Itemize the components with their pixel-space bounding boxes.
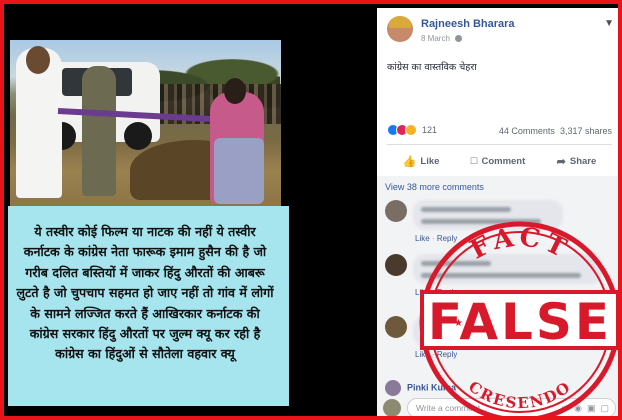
stamp-star-icon: ★ [578, 318, 587, 329]
screenshot-frame: ये तस्वीर कोई फिल्म या नाटक की नहीं ये त… [0, 0, 622, 420]
action-bar: 👍 Like □ Comment ➦ Share [387, 148, 612, 174]
woman-in-saree [210, 78, 264, 204]
fact-check-stamp: FACT FALSE CRESENDO ★ ★ [414, 216, 618, 416]
comment-icon: □ [470, 155, 478, 167]
like-icon: 👍 [402, 155, 417, 168]
commenter-avatar[interactable] [385, 200, 407, 222]
stamp-top-text: FACT [465, 222, 574, 265]
commenter-avatar[interactable] [385, 380, 401, 396]
view-more-comments-link[interactable]: View 38 more comments [385, 182, 484, 192]
comments-count[interactable]: 44 Comments [499, 126, 555, 136]
commenter-avatar[interactable] [385, 316, 407, 338]
reaction-count[interactable]: 121 [422, 125, 437, 135]
share-button[interactable]: ➦ Share [557, 155, 597, 168]
share-button-label: Share [569, 155, 597, 167]
man-in-khaki [82, 66, 116, 196]
post-date[interactable]: 8 March [421, 34, 463, 43]
like-button[interactable]: 👍 Like [403, 155, 440, 168]
commenter-avatar[interactable] [385, 254, 407, 276]
current-user-avatar [383, 399, 401, 416]
stamp-bottom-text: CRESENDO [465, 377, 575, 412]
author-avatar[interactable] [387, 16, 413, 42]
author-name[interactable]: Rajneesh Bharara [421, 18, 515, 30]
shares-count[interactable]: 3,317 shares [560, 126, 612, 136]
man-in-white [16, 46, 62, 198]
post-date-text[interactable]: 8 March [421, 34, 450, 43]
comment-button-label: Comment [481, 155, 526, 167]
globe-icon [455, 35, 463, 43]
stamp-star-icon: ★ [454, 318, 463, 329]
like-button-label: Like [420, 155, 440, 167]
reactions-summary[interactable]: 121 [387, 124, 437, 136]
image-caption: ये तस्वीर कोई फिल्म या नाटक की नहीं ये त… [16, 224, 274, 362]
comment-button[interactable]: □ Comment [471, 155, 525, 167]
engagement-counts: 44 Comments 3,317 shares [499, 126, 612, 136]
haha-reaction-icon [405, 124, 417, 136]
post-text: कांग्रेस का वास्तविक चेहरा [387, 62, 477, 73]
post-photo [10, 40, 281, 208]
divider [387, 144, 612, 145]
chevron-down-icon[interactable]: ▼ [604, 18, 614, 29]
share-icon: ➦ [556, 155, 566, 168]
